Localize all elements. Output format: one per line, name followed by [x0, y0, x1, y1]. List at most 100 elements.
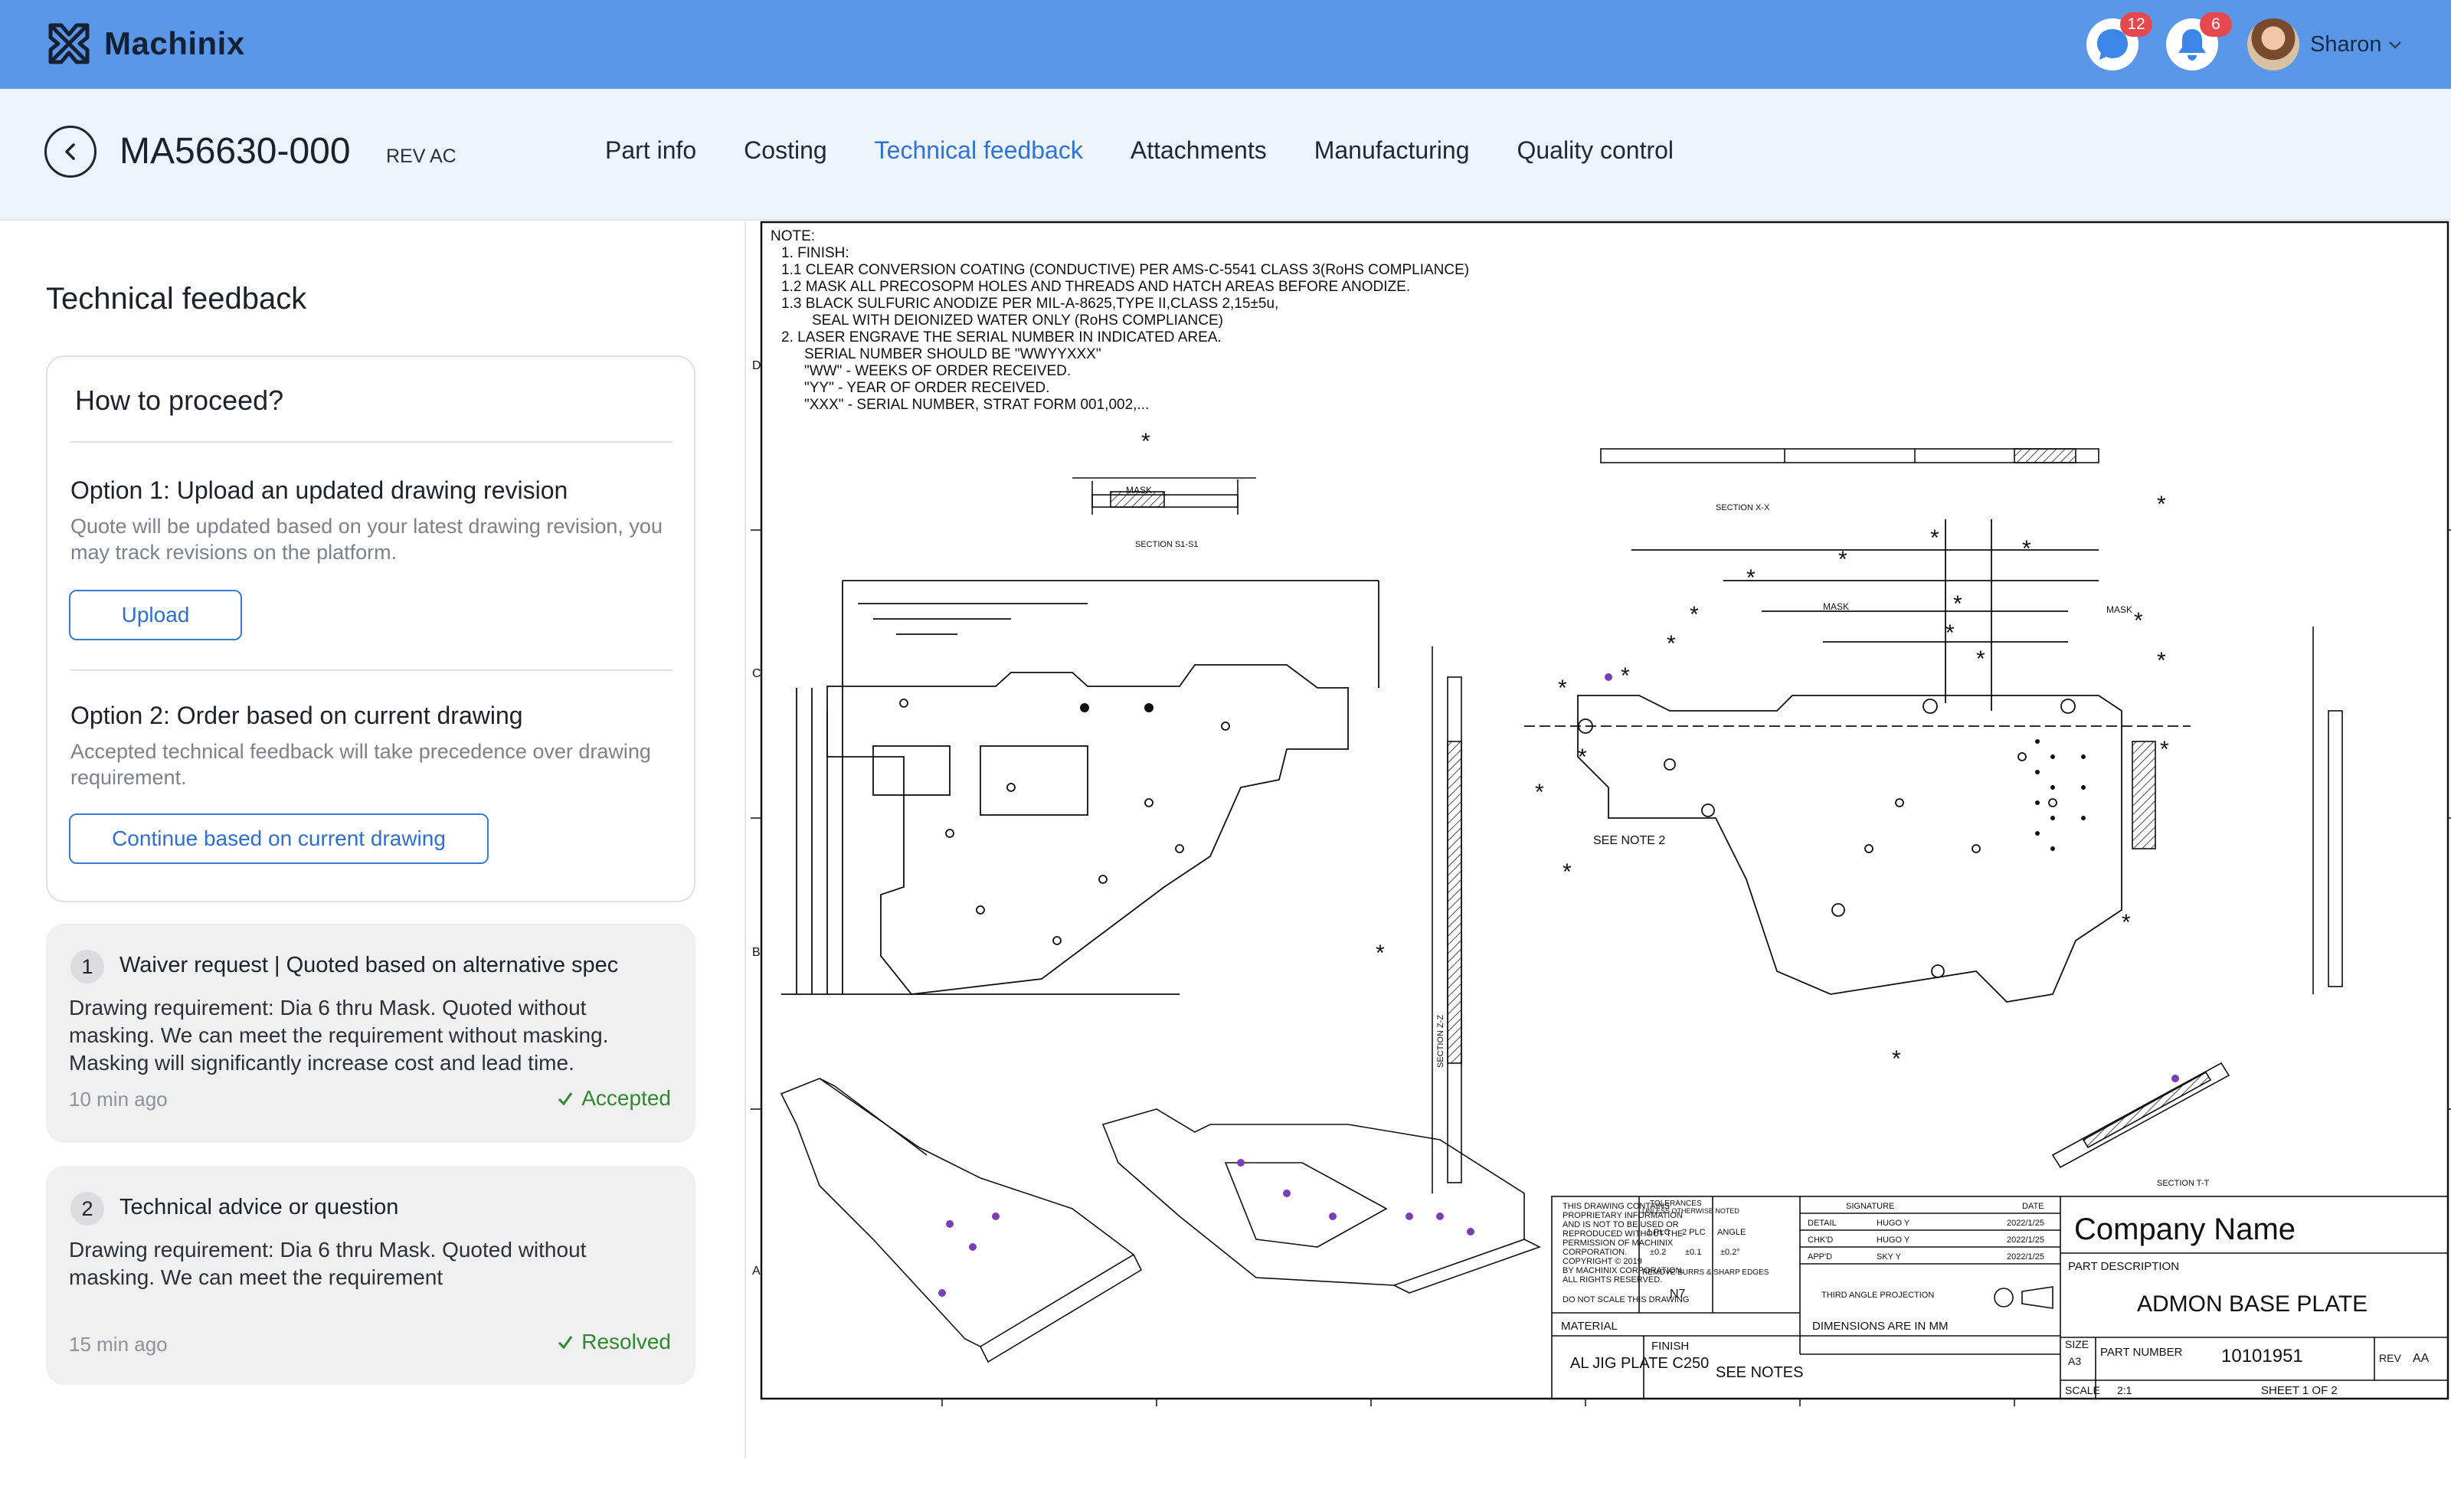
- avatar[interactable]: [2247, 18, 2299, 70]
- part-revision: REV AC: [386, 146, 456, 167]
- signature-head: SIGNATURE: [1846, 1202, 1894, 1211]
- continue-current-drawing-button[interactable]: Continue based on current drawing: [69, 813, 489, 864]
- section-label: SECTION Z-Z: [1436, 1015, 1445, 1068]
- material-label: MATERIAL: [1561, 1320, 1618, 1333]
- feedback-status: Accepted: [557, 1086, 671, 1111]
- tab-technical-feedback[interactable]: Technical feedback: [875, 136, 1083, 165]
- feedback-status-label: Accepted: [581, 1086, 671, 1110]
- svg-text:*: *: [2157, 648, 2166, 673]
- company-name: Company Name: [2074, 1213, 2296, 1246]
- zone-label: B: [752, 946, 761, 959]
- svg-text:*: *: [1578, 745, 1587, 770]
- feedback-title: Technical advice or question: [119, 1195, 399, 1219]
- scale-value: 2:1: [2117, 1384, 2132, 1396]
- feedback-status-label: Resolved: [581, 1330, 671, 1353]
- tol-value: ±0.2: [1650, 1248, 1666, 1257]
- sign-role: DETAIL: [1808, 1219, 1837, 1228]
- panel-title: Technical feedback: [46, 282, 307, 316]
- feedback-number: 1: [70, 950, 104, 983]
- tab-costing[interactable]: Costing: [744, 136, 827, 165]
- tol-value: ±0.1: [1685, 1248, 1701, 1257]
- zone-label: D: [752, 359, 761, 372]
- svg-text:*: *: [1535, 780, 1544, 805]
- svg-text:*: *: [2160, 737, 2169, 762]
- note-line: SEAL WITH DEIONIZED WATER ONLY (RoHS COM…: [812, 313, 1223, 329]
- finish-value: SEE NOTES: [1716, 1364, 1803, 1381]
- sign-role: APP'D: [1808, 1252, 1832, 1262]
- note-line: "WW" - WEEKS OF ORDER RECEIVED.: [804, 363, 1071, 379]
- machinix-logo-icon: [48, 23, 90, 64]
- chevron-down-icon[interactable]: [2387, 37, 2404, 54]
- size-value: A3: [2068, 1355, 2081, 1367]
- mask-label: MASK: [1126, 485, 1152, 496]
- back-button[interactable]: [44, 126, 97, 178]
- svg-text:*: *: [2122, 910, 2131, 935]
- material-value: AL JIG PLATE C250: [1570, 1355, 1709, 1372]
- sign-date: 2022/1/25: [2007, 1235, 2044, 1245]
- option-1-title: Option 1: Upload an updated drawing revi…: [70, 476, 568, 504]
- note-line: 1.2 MASK ALL PRECOSOPM HOLES AND THREADS…: [781, 279, 1410, 295]
- note-line: 2. LASER ENGRAVE THE SERIAL NUMBER IN IN…: [781, 329, 1222, 345]
- section-label: SECTION X-X: [1716, 503, 1770, 512]
- svg-text:*: *: [1690, 602, 1699, 627]
- divider: [70, 441, 672, 443]
- note-line: "YY" - YEAR OF ORDER RECEIVED.: [804, 380, 1049, 396]
- svg-text:*: *: [1621, 663, 1630, 689]
- messages-button[interactable]: 12: [2086, 12, 2152, 70]
- divider: [70, 669, 672, 671]
- svg-text:*: *: [1930, 525, 1939, 551]
- tab-part-info[interactable]: Part info: [605, 136, 696, 165]
- see-note-label: SEE NOTE 2: [1593, 834, 1665, 847]
- how-to-proceed-card: How to proceed? Option 1: Upload an upda…: [46, 355, 695, 902]
- surface-finish: N7: [1670, 1288, 1686, 1301]
- part-tabs: Part info Costing Technical feedback Att…: [605, 136, 1721, 165]
- upload-button[interactable]: Upload: [69, 590, 242, 640]
- svg-text:*: *: [1838, 547, 1847, 572]
- feedback-title: Waiver request | Quoted based on alterna…: [119, 953, 619, 977]
- tol-head: 2 PLC: [1682, 1228, 1706, 1237]
- notifications-button[interactable]: 6: [2166, 12, 2232, 70]
- section-label: SECTION S1-S1: [1135, 540, 1199, 549]
- brand[interactable]: Machinix: [44, 21, 245, 67]
- notifications-badge: 6: [2200, 12, 2232, 37]
- tab-manufacturing[interactable]: Manufacturing: [1314, 136, 1470, 165]
- svg-text:*: *: [2157, 492, 2166, 517]
- part-number-label: PART NUMBER: [2100, 1346, 2183, 1359]
- proceed-title: How to proceed?: [75, 385, 284, 416]
- tol-head: 1 PLC: [1647, 1228, 1671, 1237]
- sign-name: HUGO Y: [1877, 1219, 1910, 1228]
- sign-name: HUGO Y: [1877, 1235, 1910, 1245]
- part-number: MA56630-000: [119, 131, 351, 172]
- chevron-left-icon: [65, 143, 75, 160]
- size-label: SIZE: [2065, 1338, 2089, 1350]
- note-line: 1. FINISH:: [781, 245, 849, 261]
- burrs-note: REMOVE BURRS & SHARP EDGES: [1642, 1268, 1769, 1277]
- feedback-time: 15 min ago: [69, 1333, 168, 1356]
- note-line: 1.1 CLEAR CONVERSION COATING (CONDUCTIVE…: [781, 262, 1469, 278]
- svg-text:*: *: [1976, 646, 1985, 672]
- top-bar: Machinix 12 6 Sharon: [0, 0, 2451, 89]
- user-name[interactable]: Sharon: [2310, 32, 2382, 57]
- drawing-viewer[interactable]: D C B A NOTE: 1. FINISH: 1.1 CLEAR CONVE…: [751, 221, 2451, 1446]
- projection-label: THIRD ANGLE PROJECTION: [1821, 1291, 1934, 1300]
- svg-text:*: *: [1892, 1046, 1901, 1072]
- feedback-item[interactable]: 1 Waiver request | Quoted based on alter…: [46, 924, 695, 1143]
- brand-name: Machinix: [104, 25, 245, 61]
- feedback-status: Resolved: [557, 1330, 671, 1354]
- svg-text:*: *: [1953, 591, 1962, 617]
- sign-role: CHK'D: [1808, 1235, 1833, 1245]
- zone-label: C: [752, 667, 761, 680]
- section-label: SECTION T-T: [2157, 1179, 2210, 1188]
- feedback-item[interactable]: 2 Technical advice or question Drawing r…: [46, 1166, 695, 1385]
- svg-text:*: *: [1945, 620, 1955, 646]
- sign-date: 2022/1/25: [2007, 1219, 2044, 1228]
- tab-quality-control[interactable]: Quality control: [1517, 136, 1674, 165]
- part-number-value: 10101951: [2221, 1346, 2303, 1366]
- part-header: MA56630-000 REV AC Part info Costing Tec…: [0, 89, 2451, 221]
- note-line: "XXX" - SERIAL NUMBER, STRAT FORM 001,00…: [804, 397, 1149, 413]
- proprietary-line: PERMISSION OF MACHINIX: [1563, 1239, 1674, 1248]
- sheet-label: SHEET 1 OF 2: [2261, 1384, 2338, 1397]
- svg-text:*: *: [2134, 608, 2143, 633]
- rev-label: REV: [2379, 1352, 2401, 1364]
- tab-attachments[interactable]: Attachments: [1131, 136, 1267, 165]
